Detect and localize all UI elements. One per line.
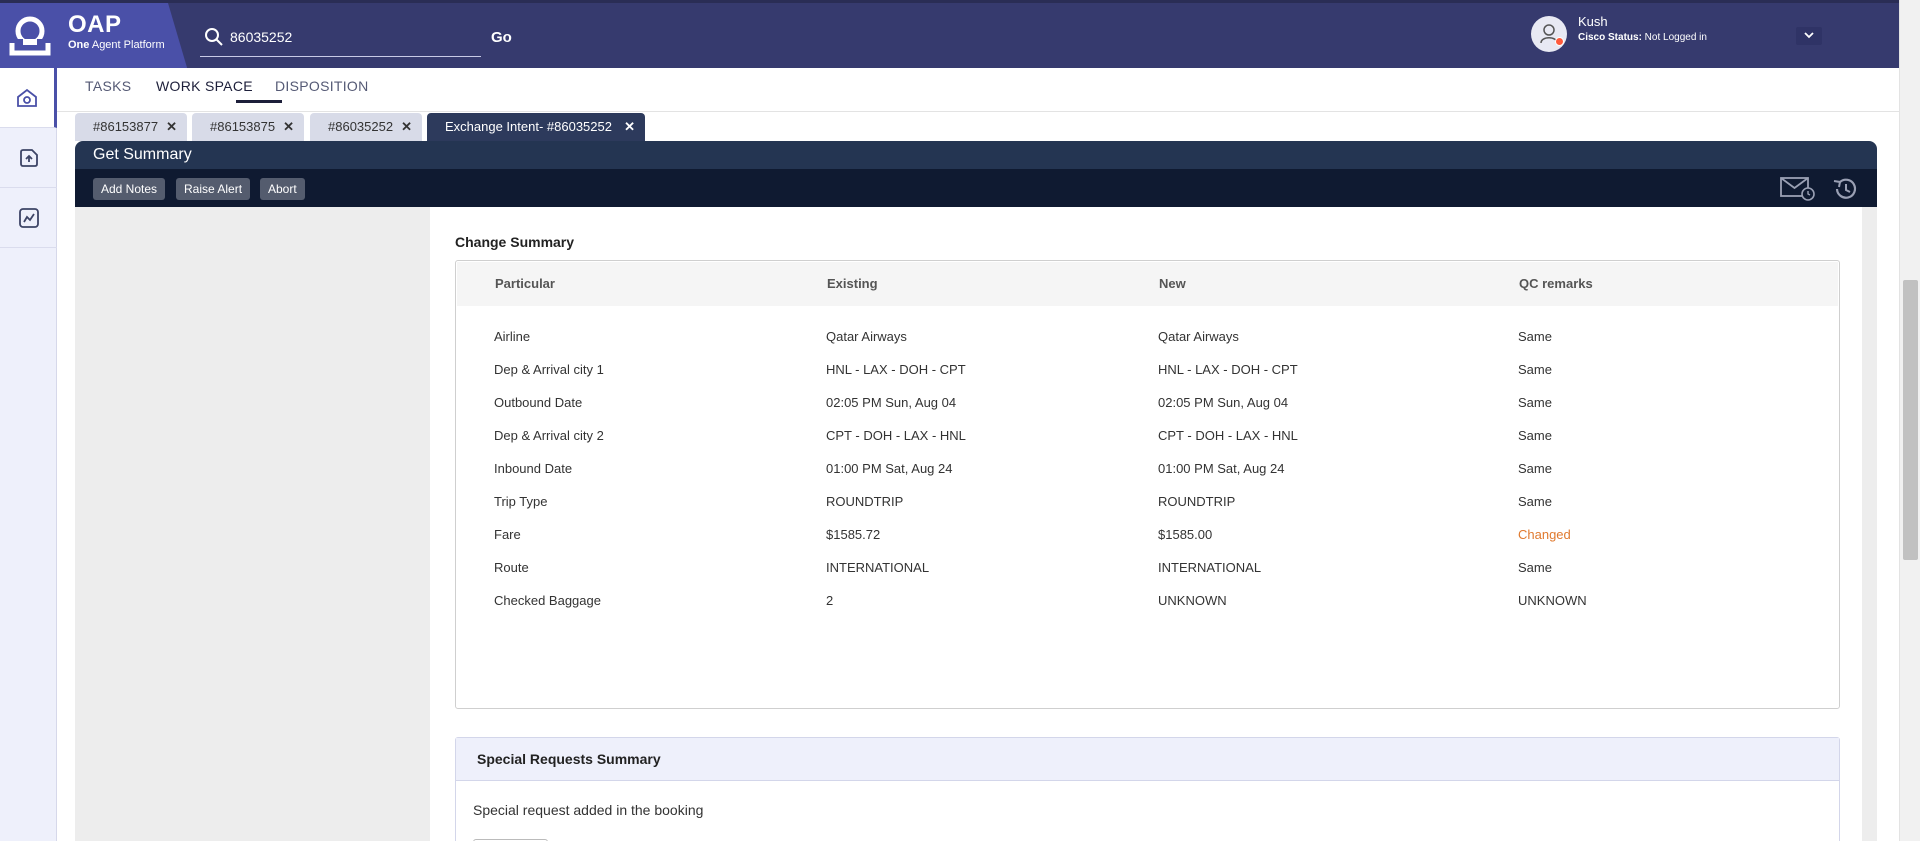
mail-clock-icon[interactable] xyxy=(1780,175,1816,201)
table-cell: 2 xyxy=(826,593,834,608)
table-cell: Dep & Arrival city 1 xyxy=(494,362,604,377)
summary-toolbar: Add Notes Raise Alert Abort xyxy=(75,169,1877,207)
table-cell: $1585.00 xyxy=(1158,527,1213,542)
top-bar: OAP One Agent Platform Go Kush Cisco Sta… xyxy=(0,0,1899,71)
qc-remark-cell: Changed xyxy=(1518,527,1571,542)
chevron-down-icon xyxy=(1804,32,1814,39)
qc-remark-cell: Same xyxy=(1518,362,1552,377)
rail-home[interactable] xyxy=(0,68,57,128)
raise-alert-button[interactable]: Raise Alert xyxy=(176,178,251,200)
brand-block: OAP One Agent Platform xyxy=(0,3,188,71)
special-requests-title: Special Requests Summary xyxy=(477,751,661,767)
case-tab-active[interactable]: Exchange Intent- #86035252 ✕ xyxy=(427,113,645,141)
tab-disposition[interactable]: DISPOSITION xyxy=(275,78,369,94)
table-cell: HNL - LAX - DOH - CPT xyxy=(826,362,966,377)
app-subtitle: One Agent Platform xyxy=(68,39,165,51)
table-cell: Inbound Date xyxy=(494,461,573,476)
go-button[interactable]: Go xyxy=(491,29,512,46)
table-cell: 02:05 PM Sun, Aug 04 xyxy=(826,395,957,410)
case-tab[interactable]: #86035252 ✕ xyxy=(310,113,422,141)
close-icon[interactable]: ✕ xyxy=(166,119,177,135)
rail-upload[interactable] xyxy=(0,128,57,188)
scroll-thumb[interactable] xyxy=(1903,280,1918,560)
table-cell: HNL - LAX - DOH - CPT xyxy=(1158,362,1298,377)
content-left-panel xyxy=(75,207,430,841)
special-requests-panel: Special Requests Summary Special request… xyxy=(455,737,1840,841)
qc-remark-cell: Same xyxy=(1518,560,1552,575)
add-notes-button[interactable]: Add Notes xyxy=(93,178,166,200)
table-cell: 01:00 PM Sat, Aug 24 xyxy=(826,461,953,476)
analytics-icon xyxy=(18,207,39,228)
avatar[interactable] xyxy=(1531,16,1567,52)
search-box xyxy=(200,21,481,57)
user-menu-button[interactable] xyxy=(1796,27,1822,45)
table-cell: ROUNDTRIP xyxy=(1158,494,1236,509)
abort-button[interactable]: Abort xyxy=(260,178,305,200)
qc-remark-cell: Same xyxy=(1518,494,1552,509)
case-tab-label: #86035252 xyxy=(328,119,394,134)
qc-remark-cell: Same xyxy=(1518,329,1552,344)
table-cell: Route xyxy=(494,560,529,575)
rail-analytics[interactable] xyxy=(0,188,57,248)
special-requests-header: Special Requests Summary xyxy=(456,738,1839,781)
table-cell: 02:05 PM Sun, Aug 04 xyxy=(1158,395,1289,410)
tab-tasks[interactable]: TASKS xyxy=(85,78,131,94)
active-tab-indicator xyxy=(236,100,282,103)
history-icon[interactable] xyxy=(1831,175,1859,203)
table-cell: Dep & Arrival city 2 xyxy=(494,428,604,443)
content-right-edge xyxy=(1862,207,1877,841)
close-icon[interactable]: ✕ xyxy=(624,119,635,135)
table-cell: Airline xyxy=(494,329,531,344)
page-scrollbar[interactable] xyxy=(1899,0,1920,841)
table-cell: ROUNDTRIP xyxy=(826,494,904,509)
table-cell: UNKNOWN xyxy=(1158,593,1227,608)
user-name: Kush xyxy=(1578,14,1608,29)
case-tab-label: Exchange Intent- #86035252 xyxy=(445,119,612,134)
left-rail xyxy=(0,68,57,841)
main-nav: TASKS WORK SPACE DISPOSITION xyxy=(57,68,1899,112)
qc-remark-cell: Same xyxy=(1518,428,1552,443)
table-cell: CPT - DOH - LAX - HNL xyxy=(826,428,966,443)
case-tab[interactable]: #86153877 ✕ xyxy=(75,113,187,141)
app-logo-text: OAP xyxy=(68,11,122,38)
case-tab-label: #86153877 xyxy=(93,119,159,134)
table-cell: INTERNATIONAL xyxy=(1158,560,1262,575)
upload-icon xyxy=(19,148,38,167)
column-header: New xyxy=(1159,276,1186,291)
search-input[interactable] xyxy=(230,25,470,49)
summary-header: Get Summary xyxy=(75,141,1877,169)
special-requests-text: Special request added in the booking xyxy=(473,802,704,818)
column-header: Particular xyxy=(495,276,555,291)
table-cell: CPT - DOH - LAX - HNL xyxy=(1158,428,1298,443)
table-cell: $1585.72 xyxy=(826,527,881,542)
column-header: QC remarks xyxy=(1519,276,1593,291)
qc-remark-cell: Same xyxy=(1518,461,1552,476)
home-icon xyxy=(17,88,37,107)
table-cell: Fare xyxy=(494,527,521,542)
case-tab-label: #86153875 xyxy=(210,119,276,134)
qc-remark-cell: UNKNOWN xyxy=(1518,593,1587,608)
status-dot-icon xyxy=(1555,37,1564,46)
case-tab[interactable]: #86153875 ✕ xyxy=(192,113,304,141)
change-summary-title: Change Summary xyxy=(455,234,575,250)
table-cell: 01:00 PM Sat, Aug 24 xyxy=(1158,461,1285,476)
close-icon[interactable]: ✕ xyxy=(283,119,294,135)
table-header: Particular Existing New QC remarks xyxy=(457,262,1838,306)
table-cell: INTERNATIONAL xyxy=(826,560,930,575)
close-icon[interactable]: ✕ xyxy=(401,119,412,135)
oap-logo-icon xyxy=(9,16,51,56)
qc-remark-cell: Same xyxy=(1518,395,1552,410)
table-cell: Qatar Airways xyxy=(1158,329,1239,344)
cisco-status: Cisco Status: Not Logged in xyxy=(1578,32,1707,43)
tab-workspace[interactable]: WORK SPACE xyxy=(156,78,253,94)
table-cell: Trip Type xyxy=(494,494,548,509)
column-header: Existing xyxy=(827,276,878,291)
change-summary-table: Particular Existing New QC remarks Airli… xyxy=(455,260,1840,709)
search-icon xyxy=(205,28,223,46)
table-cell: Checked Baggage xyxy=(494,593,601,608)
table-cell: Qatar Airways xyxy=(826,329,907,344)
table-cell: Outbound Date xyxy=(494,395,583,410)
summary-title: Get Summary xyxy=(93,146,192,163)
